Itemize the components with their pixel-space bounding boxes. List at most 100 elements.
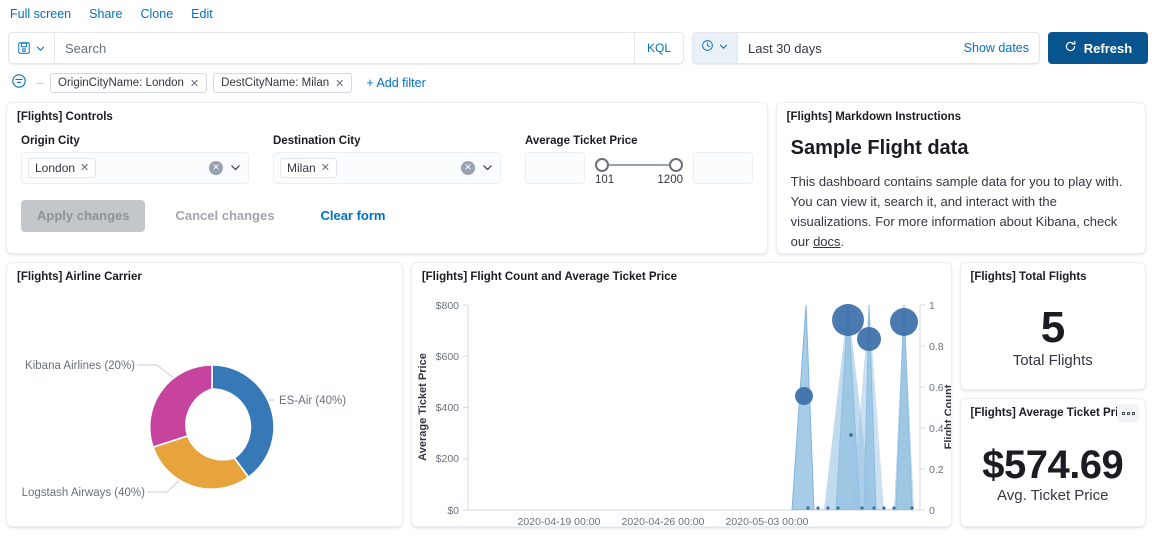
bubble-point-3[interactable]: [849, 433, 853, 437]
nav-item-full-screen[interactable]: Full screen: [10, 0, 71, 28]
chevron-down-icon[interactable]: [481, 161, 494, 174]
y2-tick-1: 1: [929, 300, 935, 312]
donut-slice-logstash-airways[interactable]: [153, 436, 248, 489]
panel-flights-flight-count: [Flights] Flight Count and Average Ticke…: [411, 262, 952, 527]
y-axis-left-title: Average Ticket Price: [417, 353, 429, 461]
price-min-input[interactable]: [525, 152, 585, 184]
price-max-input[interactable]: [693, 152, 753, 184]
apply-changes-button[interactable]: Apply changes: [21, 200, 145, 232]
dashboard-row-1: [Flights] Controls Origin City London ✕ …: [6, 102, 1146, 254]
filter-pill-origin-city[interactable]: OriginCityName: London ✕: [50, 73, 207, 93]
panel-title: [Flights] Airline Carrier: [7, 263, 402, 287]
donut-label-logstash-airways: Logstash Airways (40%): [22, 487, 146, 499]
close-icon[interactable]: ✕: [80, 161, 89, 174]
panel-flights-average-ticket-price: [Flights] Average Ticket Price $574.69 A…: [960, 398, 1147, 527]
clear-form-button[interactable]: Clear form: [304, 200, 401, 232]
bubble-point-2[interactable]: [832, 304, 864, 336]
panel-flights-airline-carrier: [Flights] Airline Carrier Kibana Airline…: [6, 262, 403, 527]
filter-pill-label: OriginCityName: London: [58, 77, 184, 89]
control-label: Average Ticket Price: [525, 135, 753, 147]
dashboard-grid: [Flights] Controls Origin City London ✕ …: [0, 102, 1152, 540]
leader-line-kibana: [137, 365, 175, 379]
clear-circle-icon[interactable]: ✕: [461, 161, 475, 175]
add-filter-button[interactable]: + Add filter: [358, 76, 425, 90]
donut-label-kibana-airlines: Kibana Airlines (20%): [25, 360, 135, 372]
kql-language-button[interactable]: KQL: [634, 33, 683, 63]
close-icon[interactable]: ✕: [335, 77, 344, 90]
flight-count-area-chart[interactable]: $800 $600 $400 $200 $0 Average Ticket Pr…: [412, 287, 952, 527]
date-range-value[interactable]: Last 30 days: [738, 41, 954, 56]
total-flights-label: Total Flights: [1013, 352, 1093, 369]
chevron-down-icon: [35, 43, 46, 54]
avg-ticket-price-value: $574.69: [982, 445, 1123, 485]
filter-pill-label: DestCityName: Milan: [221, 77, 329, 89]
slider-knob-max[interactable]: [669, 158, 683, 172]
filter-pill-dest-city[interactable]: DestCityName: Milan ✕: [213, 73, 352, 93]
origin-city-token[interactable]: London ✕: [28, 158, 96, 178]
control-label: Destination City: [273, 135, 501, 147]
avg-ticket-price-label: Avg. Ticket Price: [997, 487, 1108, 504]
x-tick-1: 2020-04-19 00:00: [517, 516, 600, 527]
panel-flights-total-flights: [Flights] Total Flights 5 Total Flights: [960, 262, 1147, 390]
chevron-down-icon[interactable]: [229, 161, 242, 174]
query-bar: KQL Last 30 days Show dates Refresh: [0, 28, 1152, 68]
saved-query-button[interactable]: [9, 33, 55, 63]
cancel-changes-button[interactable]: Cancel changes: [159, 200, 290, 232]
slider-max-label: 1200: [657, 174, 683, 186]
origin-city-combobox[interactable]: London ✕ ✕: [21, 152, 249, 184]
panel-context-menu-icon[interactable]: [1117, 404, 1139, 422]
token-label: Milan: [287, 161, 316, 175]
search-input[interactable]: [55, 33, 634, 63]
flight-count-area-series[interactable]: [792, 305, 914, 510]
panel-title: [Flights] Flight Count and Average Ticke…: [412, 263, 951, 287]
search-bar-container: KQL: [8, 32, 684, 64]
filter-options-button[interactable]: [8, 72, 30, 94]
refresh-icon: [1064, 40, 1077, 56]
filter-connector: [36, 83, 44, 84]
date-quick-select-button[interactable]: [693, 33, 738, 63]
bubble-point-4[interactable]: [857, 327, 881, 351]
control-label: Origin City: [21, 135, 249, 147]
donut-slices[interactable]: [150, 365, 274, 489]
slider-min-label: 101: [595, 174, 614, 186]
show-dates-button[interactable]: Show dates: [954, 41, 1039, 55]
bubble-point-5[interactable]: [890, 308, 918, 336]
y2-tick-04: 0.4: [929, 423, 944, 435]
destination-city-token[interactable]: Milan ✕: [280, 158, 337, 178]
y-tick-0: $0: [447, 505, 459, 517]
panel-flights-markdown: [Flights] Markdown Instructions Sample F…: [776, 102, 1146, 254]
markdown-paragraph: This dashboard contains sample data for …: [791, 172, 1131, 253]
x-tick-3: 2020-05-03 00:00: [725, 516, 808, 527]
bubble-point-1[interactable]: [795, 387, 813, 405]
slider-knob-min[interactable]: [595, 158, 609, 172]
filter-icon: [11, 73, 27, 94]
control-destination-city: Destination City Milan ✕ ✕: [273, 135, 501, 186]
refresh-label: Refresh: [1084, 41, 1132, 56]
airline-carrier-donut-chart[interactable]: Kibana Airlines (20%) ES-Air (40%) Logst…: [7, 287, 403, 527]
y-axis-right-title: Flight Count: [943, 384, 952, 449]
panel-title: [Flights] Markdown Instructions: [777, 103, 1145, 127]
destination-city-combobox[interactable]: Milan ✕ ✕: [273, 152, 501, 184]
donut-slice-kibana-airlines[interactable]: [150, 365, 212, 447]
panel-title: [Flights] Controls: [7, 103, 767, 127]
refresh-button[interactable]: Refresh: [1048, 32, 1148, 64]
y-tick-600: $600: [435, 351, 459, 363]
docs-link[interactable]: docs: [813, 234, 840, 249]
panel-flights-controls: [Flights] Controls Origin City London ✕ …: [6, 102, 768, 254]
nav-item-edit[interactable]: Edit: [191, 0, 213, 28]
close-icon[interactable]: ✕: [190, 77, 199, 90]
markdown-heading: Sample Flight data: [791, 137, 1131, 160]
nav-item-share[interactable]: Share: [89, 0, 122, 28]
nav-item-clone[interactable]: Clone: [141, 0, 174, 28]
right-metric-column: [Flights] Total Flights 5 Total Flights …: [960, 262, 1147, 527]
close-icon[interactable]: ✕: [321, 161, 330, 174]
y2-tick-06: 0.6: [929, 382, 944, 394]
price-range-slider[interactable]: 101 1200: [595, 152, 683, 186]
control-origin-city: Origin City London ✕ ✕: [21, 135, 249, 186]
clear-circle-icon[interactable]: ✕: [209, 161, 223, 175]
date-picker-container: Last 30 days Show dates: [692, 32, 1040, 64]
filter-bar: OriginCityName: London ✕ DestCityName: M…: [0, 68, 1152, 102]
chevron-down-icon: [718, 39, 729, 57]
donut-label-es-air: ES-Air (40%): [279, 395, 346, 407]
control-average-ticket-price: Average Ticket Price 101: [525, 135, 753, 186]
